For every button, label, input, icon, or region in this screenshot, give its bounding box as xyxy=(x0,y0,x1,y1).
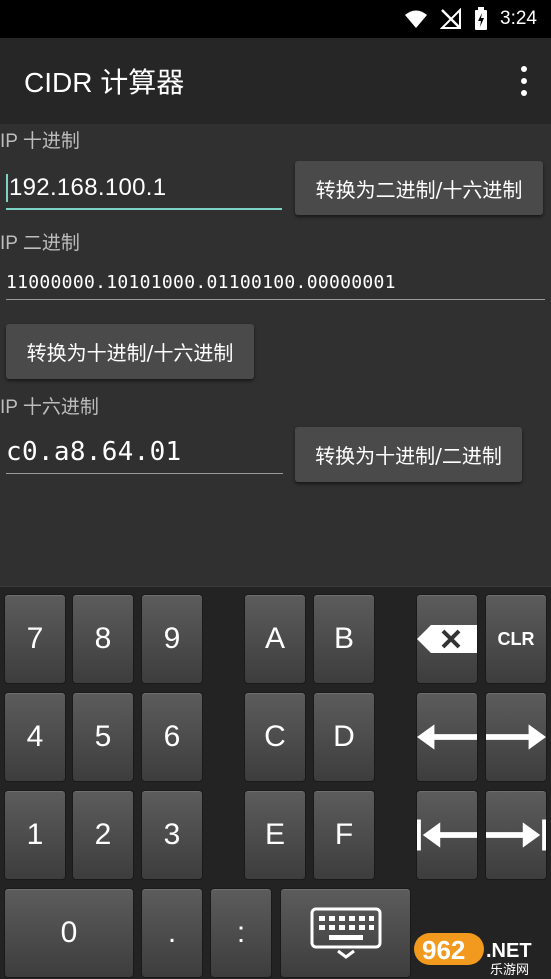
convert-to-decimal-binary-button[interactable]: 转换为十进制/二进制 xyxy=(295,427,522,482)
key-5[interactable]: 5 xyxy=(72,692,134,782)
key-dot[interactable]: . xyxy=(141,888,203,978)
key-1[interactable]: 1 xyxy=(4,790,66,880)
status-time: 3:24 xyxy=(500,8,537,29)
text-caret xyxy=(6,174,8,202)
convert-to-decimal-hex-button[interactable]: 转换为十进制/十六进制 xyxy=(6,324,254,379)
clear-key-label: CLR xyxy=(497,628,535,649)
cursor-end-key[interactable] xyxy=(485,790,547,880)
hex-input[interactable]: c0.a8.64.01 xyxy=(6,432,283,474)
binary-label: IP 二进制 xyxy=(0,233,80,254)
clear-key[interactable]: CLR xyxy=(485,594,547,684)
key-2[interactable]: 2 xyxy=(72,790,134,880)
key-c[interactable]: C xyxy=(244,692,306,782)
decimal-input[interactable]: 192.168.100.1 xyxy=(6,168,282,210)
app-title: CIDR 计算器 xyxy=(24,67,185,98)
key-9[interactable]: 9 xyxy=(141,594,203,684)
key-b[interactable]: B xyxy=(313,594,375,684)
key-f[interactable]: F xyxy=(313,790,375,880)
svg-text:.NET: .NET xyxy=(486,940,532,962)
app-bar: CIDR 计算器 xyxy=(0,38,551,124)
keyboard-icon xyxy=(310,907,381,959)
key-7[interactable]: 7 xyxy=(4,594,66,684)
cursor-right-key[interactable] xyxy=(485,692,547,782)
key-colon[interactable]: : xyxy=(210,888,272,978)
binary-input[interactable]: 11000000.10101000.01100100.00000001 xyxy=(6,258,545,300)
no-signal-icon xyxy=(440,8,462,30)
arrow-home-icon xyxy=(417,819,477,851)
wifi-icon xyxy=(404,8,428,30)
hex-keyboard: 7 8 9 A B CLR 4 5 6 C D 1 2 3 E F 0 . : xyxy=(0,586,551,979)
backspace-key[interactable] xyxy=(416,594,478,684)
battery-charging-icon xyxy=(474,7,488,30)
backspace-icon xyxy=(417,625,477,653)
key-6[interactable]: 6 xyxy=(141,692,203,782)
overflow-menu-icon[interactable] xyxy=(519,66,529,96)
decimal-label: IP 十进制 xyxy=(0,131,80,152)
svg-text:乐游网: 乐游网 xyxy=(490,963,529,977)
convert-to-binary-hex-button[interactable]: 转换为二进制/十六进制 xyxy=(295,161,543,215)
watermark-logo: 962 .NET 乐游网 xyxy=(414,927,548,978)
arrow-left-icon xyxy=(417,724,477,750)
key-0[interactable]: 0 xyxy=(4,888,134,978)
arrow-end-icon xyxy=(486,819,546,851)
key-3[interactable]: 3 xyxy=(141,790,203,880)
key-8[interactable]: 8 xyxy=(72,594,134,684)
hide-keyboard-key[interactable] xyxy=(280,888,411,978)
hex-value: c0.a8.64.01 xyxy=(6,437,182,467)
svg-text:962: 962 xyxy=(422,935,465,965)
converter-panel: IP 十进制 192.168.100.1 转换为二进制/十六进制 IP 二进制 … xyxy=(0,124,551,586)
status-bar: 3:24 xyxy=(0,0,551,38)
cursor-left-key[interactable] xyxy=(416,692,478,782)
key-e[interactable]: E xyxy=(244,790,306,880)
binary-value: 11000000.10101000.01100100.00000001 xyxy=(6,272,396,293)
hex-label: IP 十六进制 xyxy=(0,397,99,418)
key-4[interactable]: 4 xyxy=(4,692,66,782)
decimal-value: 192.168.100.1 xyxy=(9,174,167,201)
key-a[interactable]: A xyxy=(244,594,306,684)
cursor-home-key[interactable] xyxy=(416,790,478,880)
key-d[interactable]: D xyxy=(313,692,375,782)
arrow-right-icon xyxy=(486,724,546,750)
